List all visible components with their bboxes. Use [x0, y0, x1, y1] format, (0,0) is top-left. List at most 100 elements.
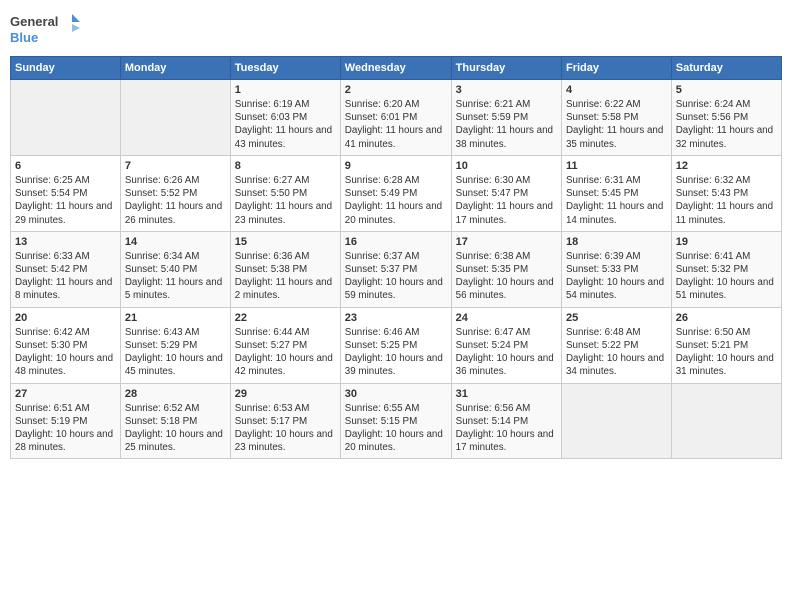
day-header-saturday: Saturday — [671, 57, 781, 80]
day-content: Sunrise: 6:39 AMSunset: 5:33 PMDaylight:… — [566, 250, 667, 303]
day-number: 20 — [15, 312, 116, 324]
calendar-cell: 7 Sunrise: 6:26 AMSunset: 5:52 PMDaylight… — [120, 155, 230, 231]
day-content: Sunrise: 6:19 AMSunset: 6:03 PMDaylight:… — [235, 98, 336, 151]
day-number: 2 — [345, 84, 447, 96]
calendar-cell: 8 Sunrise: 6:27 AMSunset: 5:50 PMDaylight… — [230, 155, 340, 231]
calendar-cell: 21 Sunrise: 6:43 AMSunset: 5:29 PMDayligh… — [120, 307, 230, 383]
day-number: 26 — [676, 312, 777, 324]
day-content: Sunrise: 6:53 AMSunset: 5:17 PMDaylight:… — [235, 402, 336, 455]
calendar-cell: 9 Sunrise: 6:28 AMSunset: 5:49 PMDaylight… — [340, 155, 451, 231]
day-number: 31 — [456, 388, 557, 400]
calendar-cell: 1 Sunrise: 6:19 AMSunset: 6:03 PMDaylight… — [230, 80, 340, 156]
day-number: 1 — [235, 84, 336, 96]
day-number: 8 — [235, 160, 336, 172]
calendar-cell: 31 Sunrise: 6:56 AMSunset: 5:14 PMDayligh… — [451, 383, 561, 459]
calendar-body: 1 Sunrise: 6:19 AMSunset: 6:03 PMDaylight… — [11, 80, 782, 459]
day-content: Sunrise: 6:25 AMSunset: 5:54 PMDaylight:… — [15, 174, 116, 227]
page-header: General Blue — [10, 10, 782, 48]
day-content: Sunrise: 6:26 AMSunset: 5:52 PMDaylight:… — [125, 174, 226, 227]
day-content: Sunrise: 6:55 AMSunset: 5:15 PMDaylight:… — [345, 402, 447, 455]
calendar-cell: 13 Sunrise: 6:33 AMSunset: 5:42 PMDayligh… — [11, 231, 121, 307]
day-number: 10 — [456, 160, 557, 172]
calendar-cell: 6 Sunrise: 6:25 AMSunset: 5:54 PMDaylight… — [11, 155, 121, 231]
day-number: 6 — [15, 160, 116, 172]
calendar-cell: 3Sunrise: 6:21 AMSunset: 5:59 PMDaylight… — [451, 80, 561, 156]
day-number: 15 — [235, 236, 336, 248]
day-content: Sunrise: 6:48 AMSunset: 5:22 PMDaylight:… — [566, 326, 667, 379]
day-content: Sunrise: 6:56 AMSunset: 5:14 PMDaylight:… — [456, 402, 557, 455]
calendar-cell: 10 Sunrise: 6:30 AMSunset: 5:47 PMDayligh… — [451, 155, 561, 231]
day-content: Sunrise: 6:50 AMSunset: 5:21 PMDaylight:… — [676, 326, 777, 379]
day-header-sunday: Sunday — [11, 57, 121, 80]
day-number: 13 — [15, 236, 116, 248]
calendar-cell: 25 Sunrise: 6:48 AMSunset: 5:22 PMDayligh… — [561, 307, 671, 383]
week-row-1: 1 Sunrise: 6:19 AMSunset: 6:03 PMDaylight… — [11, 80, 782, 156]
calendar-cell: 2 Sunrise: 6:20 AMSunset: 6:01 PMDaylight… — [340, 80, 451, 156]
calendar-table: SundayMondayTuesdayWednesdayThursdayFrid… — [10, 56, 782, 459]
day-content: Sunrise: 6:28 AMSunset: 5:49 PMDaylight:… — [345, 174, 447, 227]
calendar-cell — [561, 383, 671, 459]
day-number: 4 — [566, 84, 667, 96]
day-number: 12 — [676, 160, 777, 172]
week-row-5: 27Sunrise: 6:51 AMSunset: 5:19 PMDayligh… — [11, 383, 782, 459]
calendar-cell: 18 Sunrise: 6:39 AMSunset: 5:33 PMDayligh… — [561, 231, 671, 307]
calendar-cell: 29 Sunrise: 6:53 AMSunset: 5:17 PMDayligh… — [230, 383, 340, 459]
day-content: Sunrise: 6:46 AMSunset: 5:25 PMDaylight:… — [345, 326, 447, 379]
day-content: Sunrise: 6:20 AMSunset: 6:01 PMDaylight:… — [345, 98, 447, 151]
calendar-cell — [120, 80, 230, 156]
calendar-cell: 4 Sunrise: 6:22 AMSunset: 5:58 PMDaylight… — [561, 80, 671, 156]
day-content: Sunrise: 6:21 AMSunset: 5:59 PMDaylight:… — [456, 98, 557, 151]
calendar-cell: 24 Sunrise: 6:47 AMSunset: 5:24 PMDayligh… — [451, 307, 561, 383]
day-content: Sunrise: 6:42 AMSunset: 5:30 PMDaylight:… — [15, 326, 116, 379]
day-header-thursday: Thursday — [451, 57, 561, 80]
day-content: Sunrise: 6:33 AMSunset: 5:42 PMDaylight:… — [15, 250, 116, 303]
day-content: Sunrise: 6:30 AMSunset: 5:47 PMDaylight:… — [456, 174, 557, 227]
day-content: Sunrise: 6:32 AMSunset: 5:43 PMDaylight:… — [676, 174, 777, 227]
day-header-monday: Monday — [120, 57, 230, 80]
day-number: 21 — [125, 312, 226, 324]
day-number: 24 — [456, 312, 557, 324]
day-number: 17 — [456, 236, 557, 248]
day-content: Sunrise: 6:22 AMSunset: 5:58 PMDaylight:… — [566, 98, 667, 151]
svg-text:General: General — [10, 14, 58, 29]
day-number: 18 — [566, 236, 667, 248]
day-content: Sunrise: 6:27 AMSunset: 5:50 PMDaylight:… — [235, 174, 336, 227]
day-number: 25 — [566, 312, 667, 324]
calendar-cell — [671, 383, 781, 459]
day-header-tuesday: Tuesday — [230, 57, 340, 80]
day-content: Sunrise: 6:51 AMSunset: 5:19 PMDaylight:… — [15, 402, 116, 455]
svg-text:Blue: Blue — [10, 30, 38, 45]
week-row-4: 20 Sunrise: 6:42 AMSunset: 5:30 PMDayligh… — [11, 307, 782, 383]
day-content: Sunrise: 6:24 AMSunset: 5:56 PMDaylight:… — [676, 98, 777, 151]
day-header-wednesday: Wednesday — [340, 57, 451, 80]
day-content: Sunrise: 6:52 AMSunset: 5:18 PMDaylight:… — [125, 402, 226, 455]
day-number: 7 — [125, 160, 226, 172]
week-row-3: 13 Sunrise: 6:33 AMSunset: 5:42 PMDayligh… — [11, 231, 782, 307]
day-number: 23 — [345, 312, 447, 324]
day-number: 5 — [676, 84, 777, 96]
day-content: Sunrise: 6:47 AMSunset: 5:24 PMDaylight:… — [456, 326, 557, 379]
logo-svg: General Blue — [10, 10, 80, 48]
calendar-cell: 19Sunrise: 6:41 AMSunset: 5:32 PMDayligh… — [671, 231, 781, 307]
logo: General Blue — [10, 10, 80, 48]
calendar-cell — [11, 80, 121, 156]
day-content: Sunrise: 6:31 AMSunset: 5:45 PMDaylight:… — [566, 174, 667, 227]
calendar-cell: 26 Sunrise: 6:50 AMSunset: 5:21 PMDayligh… — [671, 307, 781, 383]
day-number: 29 — [235, 388, 336, 400]
calendar-cell: 20 Sunrise: 6:42 AMSunset: 5:30 PMDayligh… — [11, 307, 121, 383]
week-row-2: 6 Sunrise: 6:25 AMSunset: 5:54 PMDaylight… — [11, 155, 782, 231]
day-content: Sunrise: 6:43 AMSunset: 5:29 PMDaylight:… — [125, 326, 226, 379]
calendar-cell: 27Sunrise: 6:51 AMSunset: 5:19 PMDayligh… — [11, 383, 121, 459]
calendar-cell: 16Sunrise: 6:37 AMSunset: 5:37 PMDayligh… — [340, 231, 451, 307]
calendar-cell: 17Sunrise: 6:38 AMSunset: 5:35 PMDayligh… — [451, 231, 561, 307]
day-number: 11 — [566, 160, 667, 172]
day-number: 30 — [345, 388, 447, 400]
calendar-cell: 12 Sunrise: 6:32 AMSunset: 5:43 PMDayligh… — [671, 155, 781, 231]
day-number: 19 — [676, 236, 777, 248]
day-number: 9 — [345, 160, 447, 172]
calendar-cell: 14Sunrise: 6:34 AMSunset: 5:40 PMDayligh… — [120, 231, 230, 307]
day-number: 14 — [125, 236, 226, 248]
calendar-cell: 28Sunrise: 6:52 AMSunset: 5:18 PMDayligh… — [120, 383, 230, 459]
calendar-header-row: SundayMondayTuesdayWednesdayThursdayFrid… — [11, 57, 782, 80]
calendar-cell: 30 Sunrise: 6:55 AMSunset: 5:15 PMDayligh… — [340, 383, 451, 459]
